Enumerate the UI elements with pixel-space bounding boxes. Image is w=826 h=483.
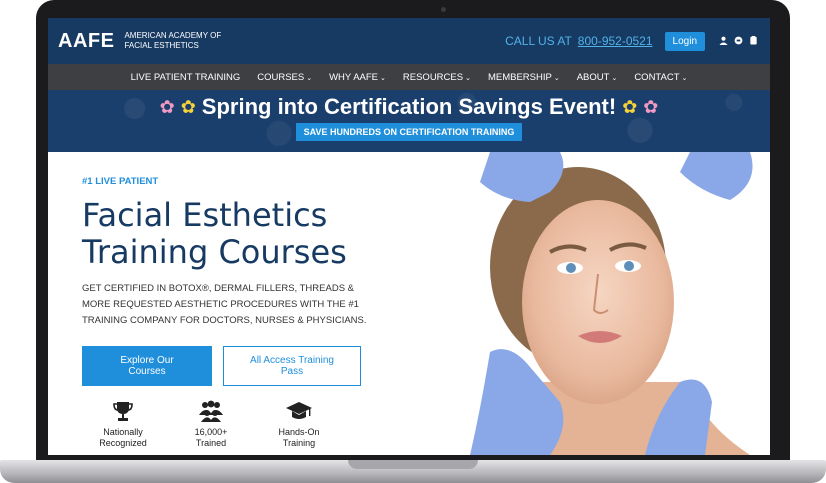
hero-eyebrow: #1 LIVE PATIENT — [82, 176, 159, 187]
chevron-down-icon: ⌄ — [306, 74, 313, 82]
browser-screen: AAFE AMERICAN ACADEMY OF FACIAL ESTHETIC… — [48, 18, 770, 455]
feature-label: Hands-On Training — [278, 427, 320, 448]
group-icon — [164, 400, 258, 424]
trophy-icon — [76, 400, 170, 424]
phone-link[interactable]: 800-952-0521 — [578, 34, 653, 48]
camera-dot — [441, 7, 446, 12]
chevron-down-icon: ⌄ — [611, 74, 618, 82]
org-name: AMERICAN ACADEMY OF FACIAL ESTHETICS — [124, 31, 222, 50]
yellow-flower-icon: ✿ — [180, 96, 196, 117]
hero-photo — [450, 152, 770, 455]
feature-label: 16,000+ Trained — [194, 427, 228, 448]
hero-section: #1 LIVE PATIENT Facial Esthetics Trainin… — [48, 152, 770, 455]
feature-label: Nationally Recognized — [99, 427, 147, 448]
nav-contact[interactable]: CONTACT ⌄ — [634, 72, 687, 83]
feature-item: Nationally Recognized — [76, 400, 170, 449]
nav-membership[interactable]: MEMBERSHIP ⌄ — [488, 72, 560, 83]
chevron-down-icon: ⌄ — [465, 74, 471, 82]
laptop-notch — [348, 460, 478, 469]
account-icon[interactable] — [748, 35, 758, 47]
pink-flower-icon: ✿ — [643, 96, 659, 117]
hero-title: Facial Esthetics Training Courses — [82, 197, 462, 271]
login-button[interactable]: Login — [664, 31, 705, 51]
graduation-cap-icon — [252, 400, 346, 424]
promo-title: Spring into Certification Savings Event! — [201, 94, 617, 119]
top-bar: AAFE AMERICAN ACADEMY OF FACIAL ESTHETIC… — [48, 18, 770, 64]
cart-icon[interactable] — [733, 36, 743, 47]
promo-button[interactable]: SAVE HUNDREDS ON CERTIFICATION TRAINING — [295, 123, 523, 141]
nav-resources[interactable]: RESOURCES ⌄ — [403, 72, 471, 83]
chevron-down-icon: ⌄ — [553, 74, 560, 82]
all-access-pass-button[interactable]: All Access Training Pass — [223, 346, 361, 386]
user-icon[interactable] — [718, 36, 728, 47]
hero-description: GET CERTIFIED IN BOTOX®, DERMAL FILLERS,… — [82, 283, 367, 326]
call-label: CALL US AT — [505, 34, 572, 48]
explore-courses-button[interactable]: Explore Our Courses — [82, 346, 212, 386]
promo-banner: ✿ ✿ Spring into Certification Savings Ev… — [48, 90, 770, 152]
chevron-down-icon: ⌄ — [380, 74, 386, 82]
nav-about[interactable]: ABOUT ⌄ — [577, 72, 618, 83]
feature-list: Nationally Recognized 16,000+ Trained Hand… — [82, 400, 462, 449]
site-logo[interactable]: AAFE — [58, 30, 114, 53]
pink-flower-icon: ✿ — [159, 96, 175, 117]
chevron-down-icon: ⌄ — [681, 74, 688, 82]
nav-courses[interactable]: COURSES ⌄ — [257, 72, 312, 83]
feature-item: 16,000+ Trained — [164, 400, 258, 449]
nav-live-patient-training[interactable]: LIVE PATIENT TRAINING — [131, 72, 241, 83]
hero-title-line-1: Facial Esthetics — [82, 196, 328, 234]
hero-title-line-2: Training Courses — [82, 233, 347, 271]
main-nav: LIVE PATIENT TRAINING COURSES ⌄ WHY AAFE ⌄… — [48, 64, 770, 90]
feature-item: Hands-On Training — [252, 400, 346, 449]
nav-why-aafe[interactable]: WHY AAFE ⌄ — [329, 72, 386, 83]
yellow-flower-icon: ✿ — [622, 96, 638, 117]
